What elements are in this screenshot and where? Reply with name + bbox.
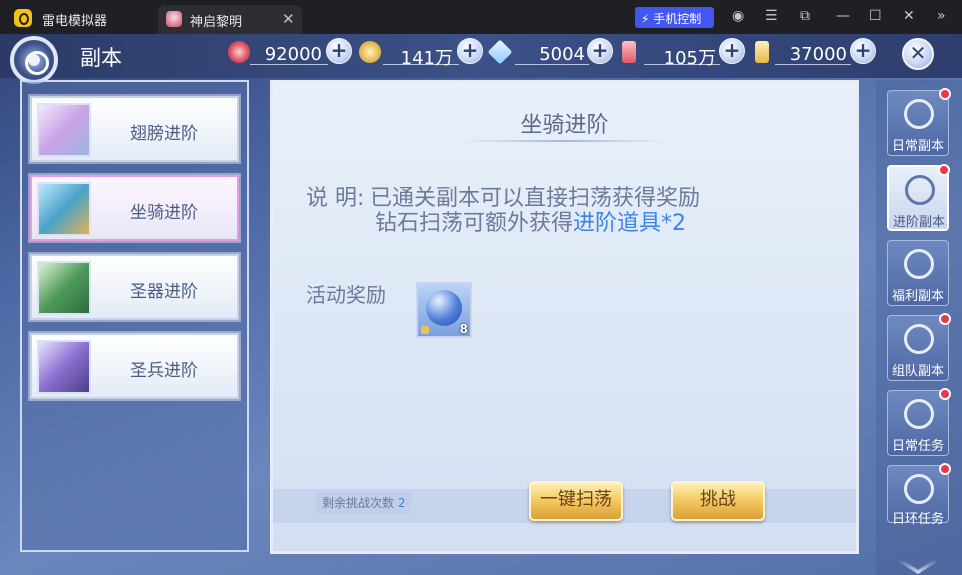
book-icon [904, 99, 934, 129]
category-item-artifact[interactable]: 圣器进阶 [30, 254, 239, 320]
category-item-wings[interactable]: 翅膀进阶 [30, 96, 239, 162]
sidebar-item-advance-dungeon[interactable]: 进阶副本 [887, 164, 950, 231]
title-divider [463, 140, 666, 142]
currency-value-red-crystal: 105万 [663, 48, 716, 69]
sidebar-item-daily-task[interactable]: 日常任务 [887, 388, 951, 456]
currency-value-red-orb: 92000 [264, 44, 322, 65]
holy-weapon-icon [37, 340, 91, 394]
game-tab-icon [166, 11, 182, 27]
sidebar-item-daily-dungeon[interactable]: 日常副本 [887, 88, 951, 156]
sidebar-item-team-dungeon[interactable]: 组队副本 [887, 313, 951, 381]
welfare-icon [904, 249, 934, 279]
close-screen-button[interactable]: ✕ [902, 38, 934, 70]
add-diamond-button[interactable]: + [587, 38, 613, 64]
currency-value-gold: 141万 [400, 48, 453, 69]
shield-icon [904, 399, 934, 429]
wings-icon [37, 103, 91, 157]
sidebar-label: 福利副本 [891, 289, 944, 304]
dungeon-emblem-icon [10, 36, 58, 84]
description-line-2: 钻石扫荡可额外获得进阶道具*2 [375, 205, 686, 237]
panel-title: 坐骑进阶 [520, 113, 609, 138]
maximize-icon[interactable]: ☐ [869, 8, 882, 24]
category-list: 翅膀进阶 坐骑进阶 圣器进阶 圣兵进阶 [20, 80, 249, 552]
reward-count: 8 [459, 322, 468, 336]
sidebar-item-welfare-dungeon[interactable]: 福利副本 [887, 240, 949, 306]
cross-shield-icon [904, 474, 934, 504]
description-line-2-text: 钻石扫荡可额外获得 [375, 211, 574, 236]
expand-sidebar-icon[interactable]: » [937, 8, 946, 24]
sidebar-label: 组队副本 [891, 364, 944, 379]
game-screen: 副本 92000 + 141万 + 5004 + 105万 + 37000 + … [0, 34, 962, 575]
sweep-button[interactable]: 一键扫荡 [529, 481, 623, 521]
category-label: 圣器进阶 [130, 282, 198, 302]
sidebar-label: 进阶副本 [892, 215, 945, 230]
dungeon-type-sidebar: 日常副本 进阶副本 福利副本 组队副本 日常任务 日环任务 [876, 80, 962, 575]
red-crystal-icon [622, 41, 636, 63]
account-icon[interactable]: ◉ [732, 8, 744, 24]
phone-control-label: 手机控制 [653, 12, 702, 26]
category-label: 翅膀进阶 [130, 124, 198, 144]
detail-panel: 坐骑进阶 说 明: 已通关副本可以直接扫荡获得奖励 钻石扫荡可额外获得进阶道具*… [270, 80, 859, 554]
menu-icon[interactable]: ☰ [765, 8, 778, 24]
team-icon [904, 324, 934, 354]
scroll-down-icon[interactable] [896, 560, 940, 574]
description-highlight: 进阶道具*2 [573, 211, 687, 236]
diamond-icon [487, 39, 513, 65]
currency-value-diamond: 5004 [539, 44, 585, 65]
description-label: 说 明: [306, 186, 365, 211]
tab-title: 神启黎明 [190, 15, 243, 30]
notification-dot [939, 388, 951, 400]
phone-control-button[interactable]: ⚡ 手机控制 [635, 7, 714, 28]
restore-icon[interactable]: ⧉ [800, 8, 810, 24]
category-label: 圣兵进阶 [130, 361, 198, 381]
notification-dot [939, 88, 951, 100]
remaining-attempts: 剩余挑战次数 2 [316, 492, 412, 514]
category-item-weapon[interactable]: 圣兵进阶 [30, 333, 239, 399]
minimize-icon[interactable]: — [836, 8, 850, 24]
sidebar-label: 日环任务 [891, 512, 944, 527]
app-name: 雷电模拟器 [42, 14, 108, 29]
advance-gem-icon [426, 290, 462, 326]
holy-artifact-icon [37, 261, 91, 315]
category-item-mount[interactable]: 坐骑进阶 [30, 175, 239, 241]
sidebar-label: 日常任务 [891, 439, 944, 454]
category-label: 坐骑进阶 [130, 203, 198, 223]
dragon-mount-icon [37, 182, 91, 236]
remaining-label: 剩余挑战次数 [322, 496, 395, 510]
screen-title: 副本 [80, 46, 122, 70]
notification-dot [938, 164, 950, 176]
red-orb-icon [228, 41, 250, 63]
window-titlebar: 雷电模拟器 神启黎明 ✕ ⚡ 手机控制 ◉ ☰ ⧉ — ☐ ✕ » [0, 0, 962, 34]
tab-game[interactable]: 神启黎明 ✕ [158, 5, 302, 34]
add-gold-crystal-button[interactable]: + [850, 38, 876, 64]
remaining-value: 2 [397, 496, 406, 510]
sidebar-label: 日常副本 [891, 139, 944, 154]
tab-close-icon[interactable]: ✕ [282, 10, 295, 28]
gold-crystal-icon [755, 41, 769, 63]
reward-label: 活动奖励 [306, 283, 386, 307]
gold-coin-icon [359, 41, 381, 63]
game-topbar: 副本 92000 + 141万 + 5004 + 105万 + 37000 + … [0, 34, 962, 84]
add-red-orb-button[interactable]: + [326, 38, 352, 64]
add-red-crystal-button[interactable]: + [719, 38, 745, 64]
open-book-icon [905, 175, 935, 205]
challenge-button[interactable]: 挑战 [671, 481, 765, 521]
currency-value-gold-crystal: 37000 [789, 44, 847, 65]
notification-dot [939, 463, 951, 475]
app-logo-icon [14, 9, 32, 27]
reward-item[interactable]: 8 [416, 282, 472, 338]
sidebar-item-ring-task[interactable]: 日环任务 [887, 463, 951, 527]
add-gold-button[interactable]: + [457, 38, 483, 64]
close-window-icon[interactable]: ✕ [903, 8, 915, 24]
bound-lock-icon [421, 326, 429, 334]
notification-dot [939, 313, 951, 325]
